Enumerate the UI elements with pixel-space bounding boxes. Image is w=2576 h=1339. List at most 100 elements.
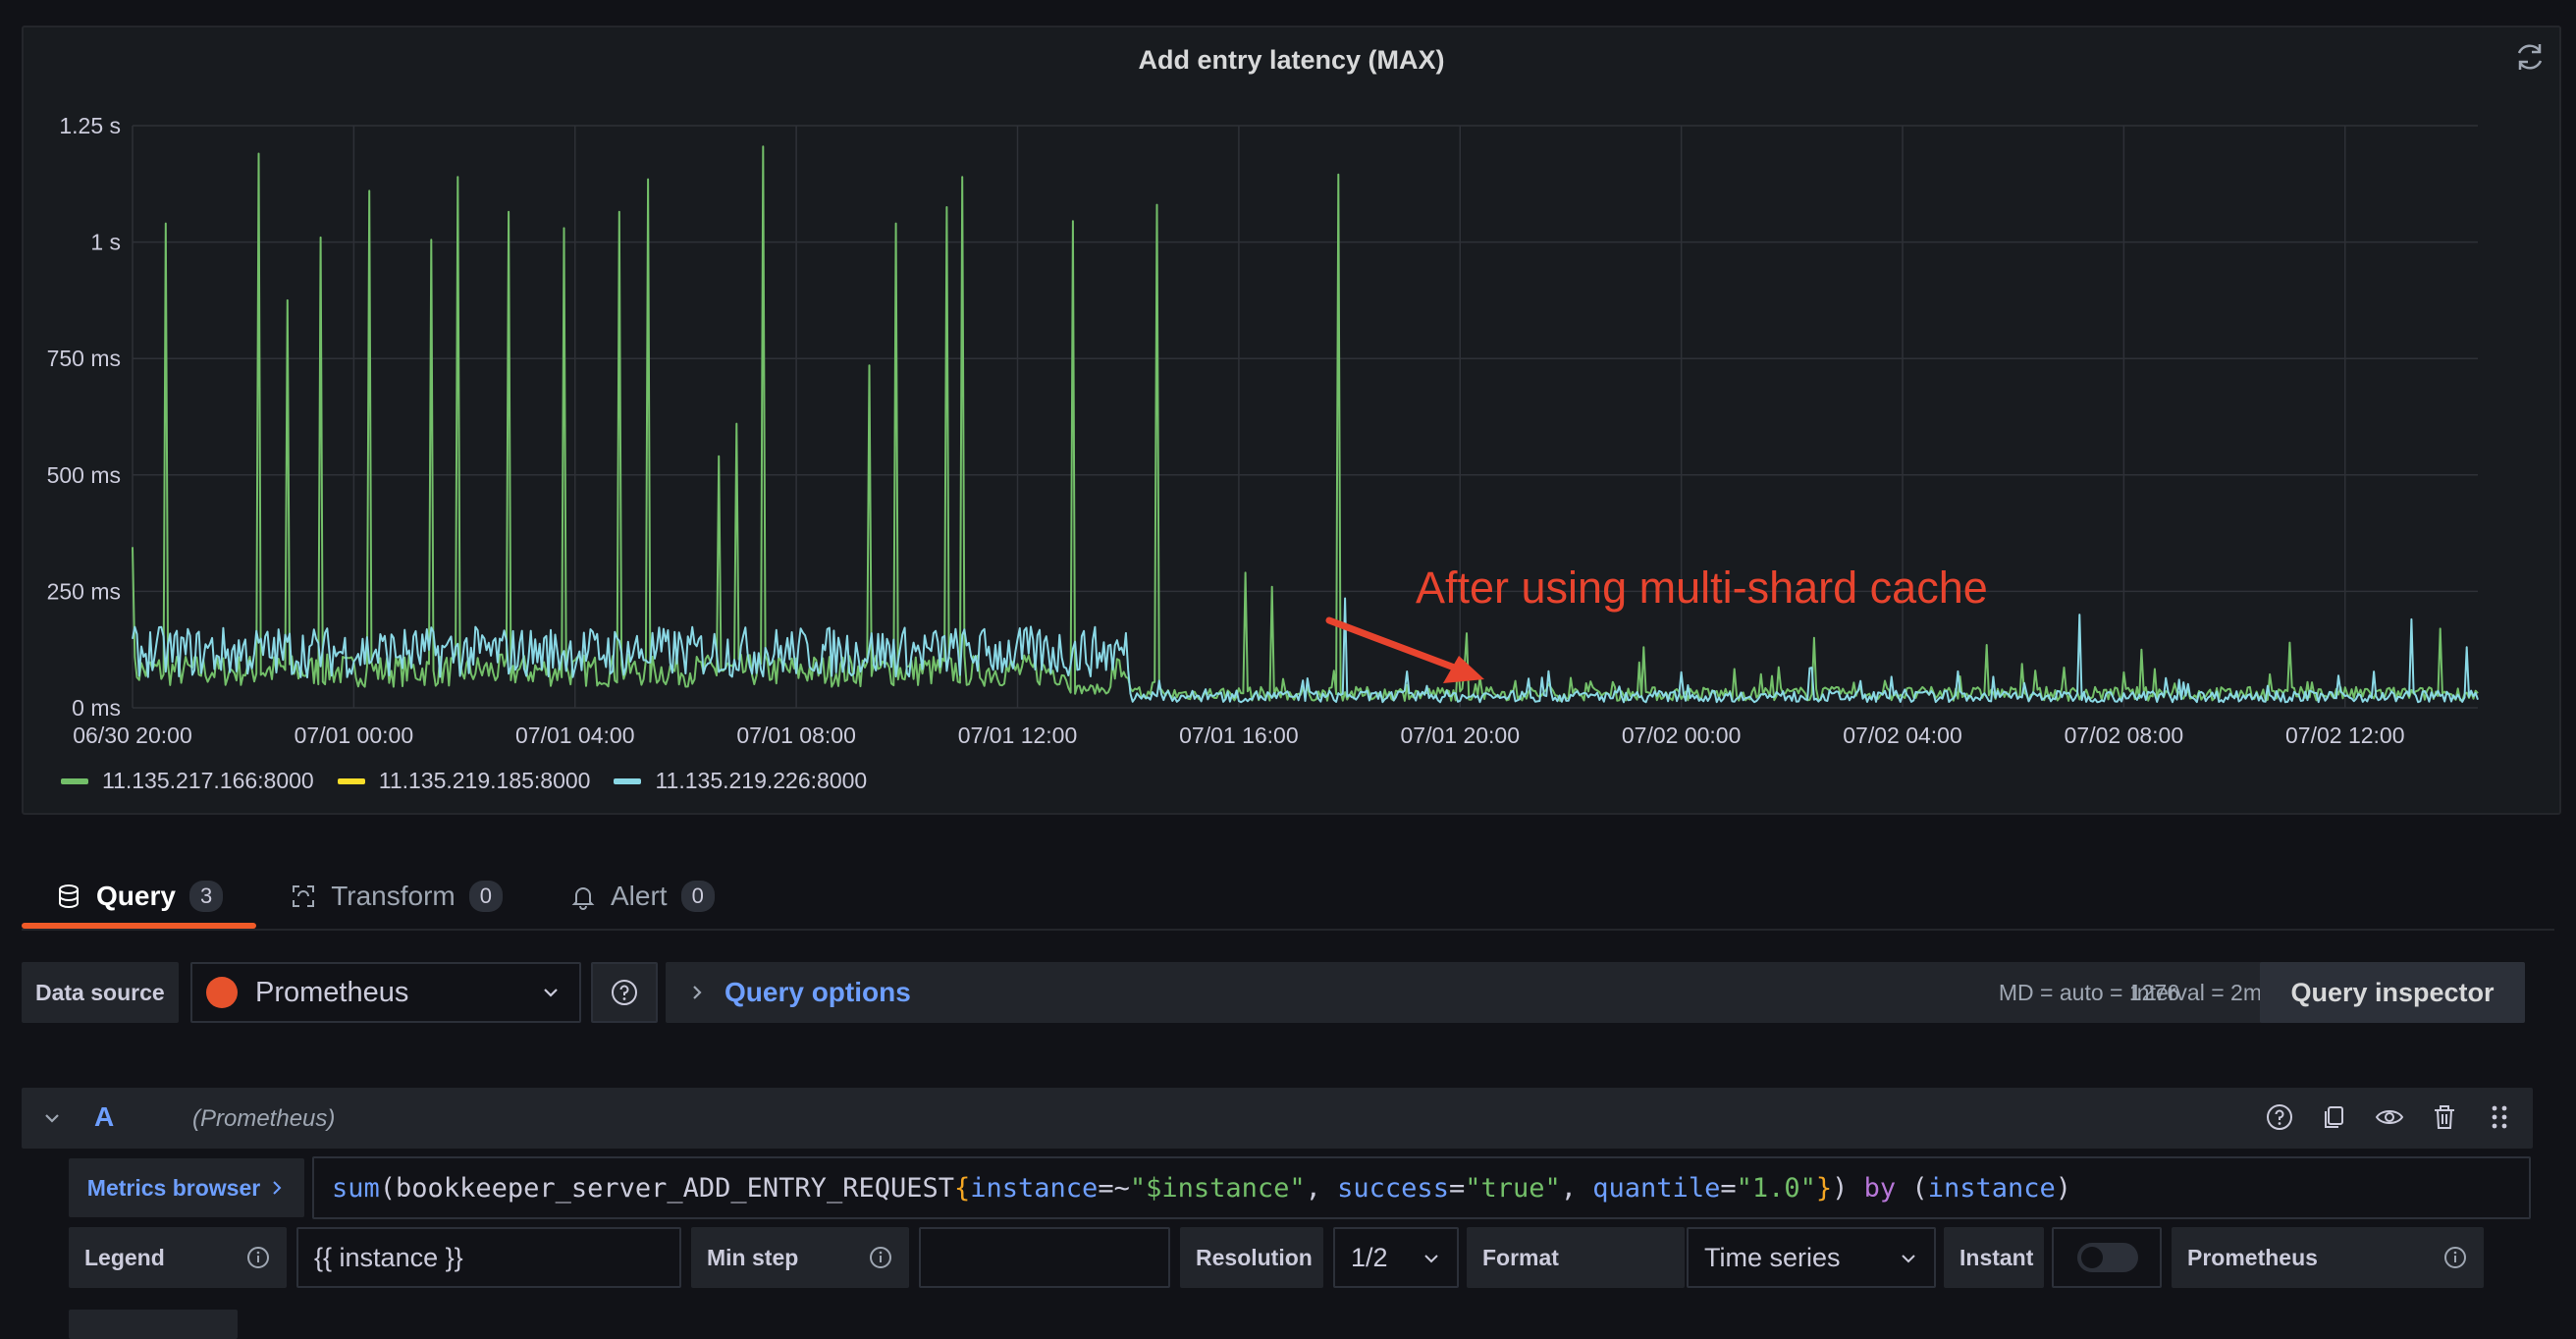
query-datasource-name: (Prometheus) [192,1105,336,1132]
expr-token: "1.0" [1736,1172,1816,1204]
tab-transform[interactable]: Transform 0 [256,864,536,929]
expr-token: bookkeeper_server_ADD_ENTRY_REQUEST [396,1172,954,1204]
chevron-down-icon[interactable] [41,1107,63,1129]
info-icon[interactable] [868,1245,893,1270]
y-tick-label: 1.25 s [59,113,121,138]
next-row-stub [69,1310,238,1339]
trash-icon[interactable] [2429,1101,2460,1133]
bell-icon [571,887,595,910]
tabs-divider [22,929,2554,931]
y-tick-label: 500 ms [47,462,121,488]
expr-token: "true" [1465,1172,1561,1204]
annotation-text: After using multi-shard cache [1416,562,1988,613]
chart-legend: 11.135.217.166:8000 11.135.219.185:8000 11… [61,768,867,794]
legend-swatch [61,777,88,784]
min-step-label: Min step [691,1227,909,1288]
legend-label: 11.135.219.185:8000 [378,768,591,793]
legend-item[interactable]: 11.135.219.185:8000 [337,768,591,794]
chevron-right-icon [273,1181,282,1195]
chevron-down-icon [1902,1255,1915,1263]
query-options-toggle[interactable]: Query options MD = auto = 1276 Interval … [666,962,2274,1023]
expr-token: instance [1927,1172,2056,1204]
metrics-browser-label: Metrics browser [86,1174,261,1201]
expr-token: instance [970,1172,1099,1204]
query-type-label: Prometheus [2172,1227,2484,1288]
query-ref-id[interactable]: A [94,1101,114,1133]
eye-icon[interactable] [2374,1101,2405,1133]
format-value: Time series [1704,1242,1841,1272]
y-tick-label: 1 s [90,230,121,255]
duplicate-icon[interactable] [2319,1101,2350,1133]
query-row-actions [2264,1101,2515,1133]
expr-token: , [1560,1172,1593,1204]
legend-item[interactable]: 11.135.217.166:8000 [61,768,314,794]
x-tick-label: 07/02 12:00 [2285,723,2405,748]
question-circle-icon[interactable] [2264,1101,2295,1133]
y-tick-label: 750 ms [47,346,121,371]
x-tick-label: 06/30 20:00 [73,723,192,748]
annotation-arrow [1325,616,1469,675]
legend-format-input[interactable]: {{ instance }} [296,1227,681,1288]
expr-token: } [1815,1172,1833,1204]
expr-token: ) [1832,1172,1864,1204]
expr-token: = [1448,1172,1466,1204]
instant-label: Instant [1944,1227,2044,1288]
x-tick-label: 07/01 08:00 [736,723,856,748]
tab-transform-label: Transform [331,881,456,911]
tab-alert[interactable]: Alert 0 [536,864,748,929]
datasource-label: Data source [22,962,179,1023]
chevron-down-icon [544,989,558,997]
x-tick-label: 07/01 20:00 [1401,723,1521,748]
x-tick-label: 07/01 04:00 [515,723,635,748]
drag-handle-icon[interactable] [2484,1101,2515,1133]
resolution-value: 1/2 [1351,1242,1388,1272]
info-icon[interactable] [2442,1245,2468,1270]
editor-tabs: Query 3 Transform 0 Alert 0 [22,864,748,929]
query-expression-input[interactable]: sum(bookkeeper_server_ADD_ENTRY_REQUEST{… [312,1156,2531,1219]
tab-query-label: Query [96,881,176,911]
query-inspector-button[interactable]: Query inspector [2260,962,2525,1023]
expr-token: quantile [1592,1172,1721,1204]
question-circle-icon [612,980,637,1005]
tab-query-count: 3 [188,881,224,912]
instant-toggle[interactable] [2077,1243,2138,1272]
legend-item[interactable]: 11.135.219.226:8000 [614,768,867,794]
info-icon[interactable] [245,1245,271,1270]
x-tick-label: 07/02 08:00 [2065,723,2184,748]
annotation-arrowhead [1443,656,1484,683]
legend-swatch [614,777,642,784]
tab-transform-count: 0 [468,881,503,912]
format-label: Format [1467,1227,1685,1288]
expr-token: by [1863,1172,1897,1204]
interval-info: Interval = 2m [2130,979,2262,1005]
datasource-row: Data source Prometheus Query options MD … [22,962,2541,1023]
tab-alert-count: 0 [680,881,715,912]
legend-label: 11.135.217.166:8000 [102,768,314,793]
datasource-help-button[interactable] [591,962,658,1023]
format-select[interactable]: Time series [1687,1227,1936,1288]
legend-label: 11.135.219.226:8000 [655,768,868,793]
datasource-select[interactable]: Prometheus [190,962,581,1023]
transform-icon [293,885,315,907]
series-line-1 [132,145,2479,702]
metrics-browser-button[interactable]: Metrics browser [69,1158,304,1217]
query-type-label-text: Prometheus [2187,1244,2318,1270]
x-tick-label: 07/02 00:00 [1622,723,1742,748]
legend-swatch [337,777,365,784]
expr-token: ) [2055,1172,2071,1204]
resolution-label: Resolution [1180,1227,1323,1288]
legend-label: Legend [69,1227,287,1288]
x-tick-label: 07/01 12:00 [958,723,1078,748]
resolution-select[interactable]: 1/2 [1333,1227,1459,1288]
instant-toggle-container [2052,1227,2162,1288]
expr-token: , [1305,1172,1338,1204]
x-tick-label: 07/02 04:00 [1843,723,1962,748]
expr-token: sum [332,1172,380,1204]
tab-query[interactable]: Query 3 [22,864,257,929]
expr-token: =~ [1098,1172,1130,1204]
expr-token: "$instance" [1129,1172,1306,1204]
database-icon [59,884,79,908]
min-step-input[interactable] [919,1227,1170,1288]
expr-token: success [1337,1172,1449,1204]
y-tick-label: 250 ms [47,578,121,604]
